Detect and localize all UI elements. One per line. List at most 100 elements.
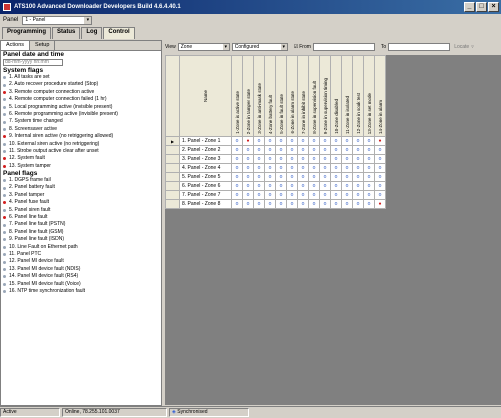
zone-state-cell[interactable]: o: [231, 199, 243, 209]
zone-state-cell[interactable]: o: [341, 172, 353, 182]
zone-state-cell[interactable]: o: [352, 172, 364, 182]
zone-state-cell[interactable]: o: [330, 163, 342, 173]
zone-name-cell[interactable]: 3. Panel - Zone 3: [179, 154, 232, 164]
zone-state-cell[interactable]: ●: [374, 136, 386, 146]
zone-name-cell[interactable]: 8. Panel - Zone 8: [179, 199, 232, 209]
zone-state-cell[interactable]: o: [264, 172, 276, 182]
zone-state-column-header[interactable]: 5-Zone in fault state: [275, 55, 287, 137]
zone-state-cell[interactable]: o: [352, 190, 364, 200]
filter-icon[interactable]: ▿: [471, 44, 474, 50]
zone-state-cell[interactable]: o: [330, 181, 342, 191]
zone-state-cell[interactable]: o: [264, 145, 276, 155]
zone-state-cell[interactable]: o: [231, 154, 243, 164]
zone-state-cell[interactable]: o: [374, 172, 386, 182]
zone-state-column-header[interactable]: 1-Zone is active state: [231, 55, 243, 137]
zone-state-cell[interactable]: o: [330, 154, 342, 164]
zone-state-cell[interactable]: o: [275, 154, 287, 164]
row-indicator-icon[interactable]: [165, 172, 180, 182]
zone-state-column-header[interactable]: 4-Zone battery fault: [264, 55, 276, 137]
zone-state-cell[interactable]: o: [330, 136, 342, 146]
zone-state-cell[interactable]: o: [264, 136, 276, 146]
zone-state-column-header[interactable]: 9-Zone in supervision timing: [319, 55, 331, 137]
zone-name-cell[interactable]: 6. Panel - Zone 6: [179, 181, 232, 191]
zone-state-cell[interactable]: o: [319, 190, 331, 200]
zone-state-cell[interactable]: o: [253, 190, 265, 200]
zone-state-cell[interactable]: o: [319, 163, 331, 173]
zone-state-cell[interactable]: o: [363, 172, 375, 182]
zone-state-cell[interactable]: o: [330, 190, 342, 200]
zone-state-cell[interactable]: o: [286, 181, 298, 191]
row-indicator-icon[interactable]: [165, 145, 180, 155]
row-indicator-icon[interactable]: ▶: [165, 136, 180, 146]
to-input[interactable]: [388, 43, 451, 51]
zone-state-cell[interactable]: o: [275, 181, 287, 191]
zone-state-cell[interactable]: o: [352, 136, 364, 146]
zone-state-column-header[interactable]: 12-Zone in soak test: [352, 55, 364, 137]
zone-state-cell[interactable]: o: [341, 163, 353, 173]
zone-state-column-header[interactable]: 7-Zone in inhibit state: [297, 55, 309, 137]
zone-state-cell[interactable]: o: [352, 154, 364, 164]
zone-state-cell[interactable]: o: [242, 154, 254, 164]
zone-state-cell[interactable]: o: [308, 190, 320, 200]
zone-state-cell[interactable]: o: [286, 163, 298, 173]
zone-state-cell[interactable]: ●: [242, 136, 254, 146]
zone-state-cell[interactable]: o: [231, 136, 243, 146]
zone-state-cell[interactable]: o: [242, 163, 254, 173]
zone-state-cell[interactable]: o: [330, 199, 342, 209]
zone-state-column-header[interactable]: 14-Zone in alarm: [374, 55, 386, 137]
row-indicator-icon[interactable]: [165, 190, 180, 200]
zone-state-cell[interactable]: o: [231, 172, 243, 182]
zone-state-cell[interactable]: o: [363, 190, 375, 200]
zone-state-cell[interactable]: o: [352, 145, 364, 155]
zone-state-column-header[interactable]: 6-Zone in alarm state: [286, 55, 298, 137]
zone-state-cell[interactable]: o: [319, 154, 331, 164]
zone-state-cell[interactable]: o: [286, 199, 298, 209]
chevron-down-icon[interactable]: ▾: [222, 44, 229, 50]
zone-state-cell[interactable]: o: [231, 190, 243, 200]
zone-state-cell[interactable]: o: [242, 181, 254, 191]
zone-state-cell[interactable]: o: [264, 181, 276, 191]
table-row[interactable]: 8. Panel - Zone 8 o o o o o o o o o o o o o ●: [165, 199, 386, 209]
zone-state-cell[interactable]: o: [341, 136, 353, 146]
zone-state-cell[interactable]: o: [352, 199, 364, 209]
zone-state-cell[interactable]: o: [286, 190, 298, 200]
zone-state-cell[interactable]: o: [363, 145, 375, 155]
zone-state-cell[interactable]: o: [231, 163, 243, 173]
zone-state-cell[interactable]: o: [264, 154, 276, 164]
zone-state-column-header[interactable]: 2-Zone in tamper state: [242, 55, 254, 137]
zone-state-cell[interactable]: o: [275, 199, 287, 209]
zone-state-cell[interactable]: ●: [374, 199, 386, 209]
row-indicator-icon[interactable]: [165, 181, 180, 191]
datetime-field[interactable]: dd-mm-yyyy hh:mm: [3, 59, 63, 66]
from-input[interactable]: [312, 43, 375, 51]
zone-state-cell[interactable]: o: [319, 199, 331, 209]
zone-state-cell[interactable]: o: [286, 154, 298, 164]
zone-state-cell[interactable]: o: [253, 145, 265, 155]
locate-label[interactable]: Locate: [454, 44, 469, 50]
table-row[interactable]: 7. Panel - Zone 7oooooooooooooo: [165, 190, 386, 200]
zone-state-cell[interactable]: o: [341, 190, 353, 200]
zone-state-cell[interactable]: o: [297, 136, 309, 146]
zone-state-cell[interactable]: o: [374, 163, 386, 173]
zone-state-column-header[interactable]: 10-Zone disabled: [330, 55, 342, 137]
zone-state-cell[interactable]: o: [319, 145, 331, 155]
tab-control[interactable]: Control: [103, 27, 135, 39]
zone-state-cell[interactable]: o: [242, 172, 254, 182]
zone-state-cell[interactable]: o: [308, 154, 320, 164]
zone-state-cell[interactable]: o: [308, 136, 320, 146]
zone-state-cell[interactable]: o: [363, 163, 375, 173]
zone-state-cell[interactable]: o: [297, 172, 309, 182]
zone-state-cell[interactable]: o: [363, 136, 375, 146]
zone-state-cell[interactable]: o: [363, 181, 375, 191]
close-icon[interactable]: ×: [488, 2, 499, 12]
zone-state-cell[interactable]: o: [275, 172, 287, 182]
zone-state-cell[interactable]: o: [264, 190, 276, 200]
table-row[interactable]: 2. Panel - Zone 2oooooooooooooo: [165, 145, 386, 155]
zone-state-cell[interactable]: o: [352, 181, 364, 191]
zone-state-cell[interactable]: o: [352, 163, 364, 173]
zone-state-cell[interactable]: o: [319, 136, 331, 146]
zone-name-cell[interactable]: 2. Panel - Zone 2: [179, 145, 232, 155]
zone-state-cell[interactable]: o: [286, 145, 298, 155]
zone-state-cell[interactable]: o: [330, 145, 342, 155]
zone-state-cell[interactable]: o: [253, 199, 265, 209]
